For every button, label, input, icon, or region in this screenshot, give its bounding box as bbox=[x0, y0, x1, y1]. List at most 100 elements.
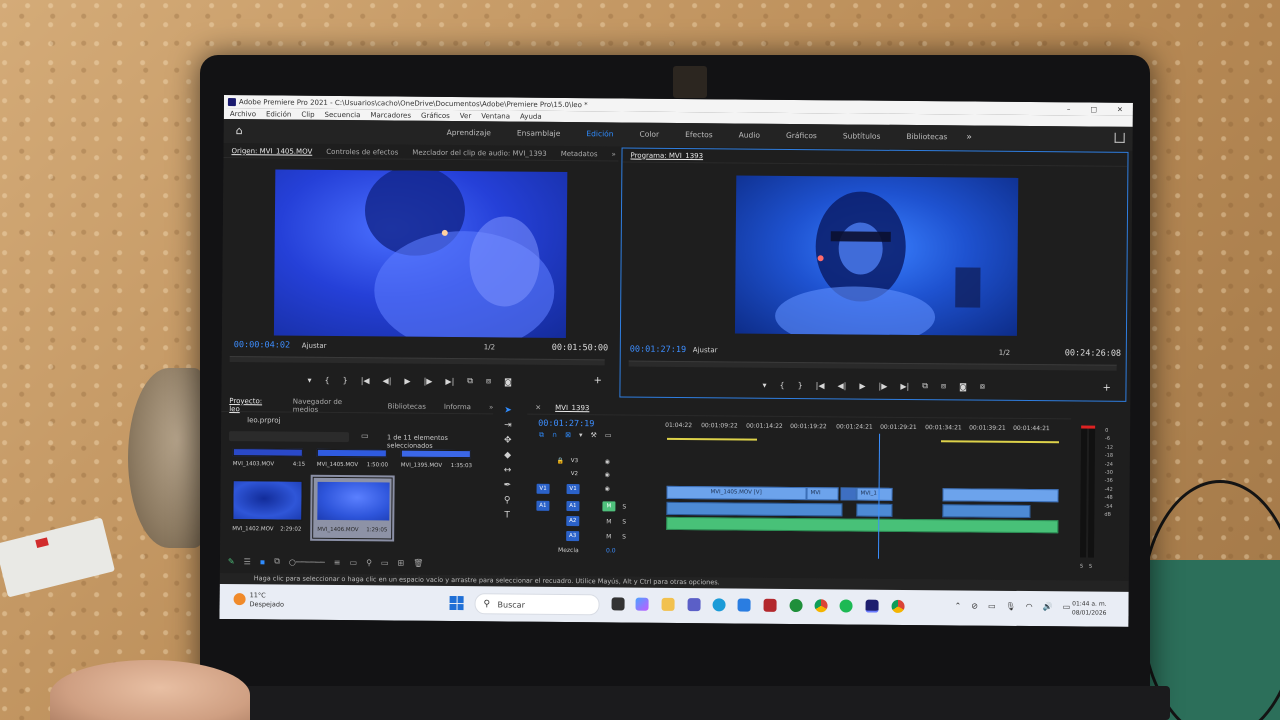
tab-audio-clip-mixer[interactable]: Mezclador del clip de audio: MVI_1393 bbox=[412, 148, 546, 157]
menu-ayuda[interactable]: Ayuda bbox=[520, 112, 542, 120]
project-tabs-more[interactable]: » bbox=[489, 403, 493, 411]
track-target-a3[interactable]: A3 bbox=[566, 531, 580, 542]
teams-icon[interactable] bbox=[687, 598, 701, 612]
program-fit-dropdown[interactable]: Ajustar bbox=[693, 346, 718, 354]
menu-secuencia[interactable]: Secuencia bbox=[325, 110, 361, 118]
premiere-taskbar-icon[interactable] bbox=[865, 599, 879, 613]
ripple-edit-tool-icon[interactable]: ✥ bbox=[504, 435, 512, 445]
windows-start-icon[interactable] bbox=[449, 595, 464, 611]
razor-tool-icon[interactable]: ◆ bbox=[504, 450, 511, 460]
solo-a3-button[interactable]: S bbox=[622, 533, 626, 540]
list-view-icon[interactable]: ☰ bbox=[244, 557, 251, 566]
chrome-icon[interactable] bbox=[814, 599, 828, 613]
menu-marcadores[interactable]: Marcadores bbox=[370, 111, 411, 119]
thumb-mvi-1402[interactable] bbox=[232, 480, 303, 521]
clip-v1-mvi-1[interactable]: MVI_1 bbox=[856, 487, 893, 501]
work-area-bar[interactable] bbox=[667, 437, 758, 441]
mix-value[interactable]: 0.0 bbox=[606, 547, 616, 554]
ws-tab-edicion[interactable]: Edición bbox=[573, 129, 626, 139]
go-to-in-button[interactable]: |◀ bbox=[361, 376, 370, 385]
work-area-bar-2[interactable] bbox=[940, 440, 1060, 444]
go-to-out-button[interactable]: ▶| bbox=[445, 376, 454, 385]
program-scrubber[interactable] bbox=[628, 360, 1117, 371]
track-target-a2[interactable]: A2 bbox=[566, 516, 580, 527]
eye-v3-icon[interactable]: ◉ bbox=[605, 458, 610, 465]
ws-tab-color[interactable]: Color bbox=[626, 130, 672, 140]
mic-icon[interactable]: 🎙 bbox=[1005, 602, 1015, 611]
chevron-up-icon[interactable]: ⌃ bbox=[955, 601, 962, 610]
wifi-icon[interactable]: ◠ bbox=[1026, 602, 1033, 611]
tab-media-browser[interactable]: Navegador de medios bbox=[293, 397, 370, 414]
menu-ventana[interactable]: Ventana bbox=[481, 112, 510, 120]
mark-out-button[interactable]: } bbox=[343, 376, 348, 385]
close-button[interactable]: ✕ bbox=[1117, 105, 1123, 113]
new-item-icon[interactable]: ⊞ bbox=[397, 558, 404, 567]
track-select-tool-icon[interactable]: ⇥ bbox=[504, 420, 512, 430]
ws-tab-subtitulos[interactable]: Subtítulos bbox=[830, 131, 894, 142]
meter-solo-right[interactable]: S bbox=[1089, 564, 1092, 570]
menu-archivo[interactable]: Archivo bbox=[230, 110, 256, 118]
mark-in-button[interactable]: { bbox=[779, 380, 784, 389]
program-resolution-dropdown[interactable]: 1/2 bbox=[999, 349, 1010, 357]
volume-icon[interactable]: 🔊 bbox=[1043, 602, 1053, 611]
clip-a1-left[interactable] bbox=[666, 501, 843, 517]
eye-v1-icon[interactable]: ◉ bbox=[605, 485, 610, 492]
step-back-button[interactable]: ◀| bbox=[383, 376, 392, 385]
timeline-close-icon[interactable]: ✕ bbox=[535, 403, 541, 411]
snap-icon[interactable]: ∩ bbox=[552, 431, 557, 440]
meter-solo-left[interactable]: S bbox=[1080, 563, 1083, 569]
battery-icon[interactable]: ▭ bbox=[1063, 602, 1071, 611]
add-marker-button[interactable]: ▾ bbox=[762, 380, 766, 389]
share-icon[interactable] bbox=[1114, 132, 1125, 143]
copilot-icon[interactable] bbox=[635, 597, 649, 611]
icon-view-icon[interactable]: ▪ bbox=[260, 557, 266, 566]
mark-in-button[interactable]: { bbox=[324, 375, 329, 384]
clip-v1-small[interactable] bbox=[840, 487, 857, 501]
tab-project[interactable]: Proyecto: leo bbox=[229, 397, 275, 413]
selection-tool-icon[interactable]: ➤ bbox=[504, 405, 512, 415]
store-icon[interactable] bbox=[737, 598, 751, 612]
new-bin-button-icon[interactable]: ▭ bbox=[381, 558, 389, 567]
clip-v1-mvi[interactable]: MVI bbox=[806, 487, 839, 501]
task-view-icon[interactable] bbox=[611, 597, 625, 611]
source-scrubber[interactable] bbox=[229, 356, 605, 366]
slip-tool-icon[interactable]: ↔ bbox=[504, 465, 512, 475]
thumb-mvi-1405[interactable] bbox=[316, 448, 387, 458]
ws-tab-efectos[interactable]: Efectos bbox=[672, 130, 726, 140]
thumb-mvi-1395[interactable] bbox=[400, 449, 471, 459]
ws-tab-aprendizaje[interactable]: Aprendizaje bbox=[434, 128, 504, 139]
ws-tab-audio[interactable]: Audio bbox=[726, 130, 773, 140]
add-marker-button[interactable]: ▾ bbox=[307, 375, 311, 384]
comparison-view-button[interactable]: ⧇ bbox=[980, 382, 985, 392]
ws-tab-ensamblaje[interactable]: Ensamblaje bbox=[504, 128, 574, 139]
workspaces-more-button[interactable]: » bbox=[966, 132, 972, 142]
track-target-a1[interactable]: A1 bbox=[566, 501, 580, 512]
weather-widget[interactable]: 11°C Despejado bbox=[233, 591, 285, 609]
source-fit-dropdown[interactable]: Ajustar bbox=[302, 342, 327, 350]
clip-v1-right[interactable] bbox=[942, 488, 1059, 503]
menu-clip[interactable]: Clip bbox=[301, 110, 314, 118]
solo-a2-button[interactable]: S bbox=[622, 518, 626, 525]
taskbar-clock[interactable]: 01:44 a. m. 08/01/2026 bbox=[1072, 599, 1107, 617]
pen-tool-icon[interactable]: ✒ bbox=[504, 480, 512, 490]
source-tabs-more[interactable]: » bbox=[611, 150, 615, 158]
minimize-button[interactable]: – bbox=[1067, 105, 1071, 113]
home-icon[interactable]: ⌂ bbox=[236, 124, 248, 137]
program-add-button[interactable]: + bbox=[1102, 383, 1110, 394]
eye-v2-icon[interactable]: ◉ bbox=[605, 471, 610, 478]
mark-out-button[interactable]: } bbox=[798, 381, 803, 390]
thumb-mvi-1403[interactable] bbox=[232, 448, 303, 457]
ws-tab-bibliotecas[interactable]: Bibliotecas bbox=[893, 132, 960, 143]
source-patch-v1[interactable]: V1 bbox=[536, 483, 550, 494]
step-forward-button[interactable]: |▶ bbox=[879, 381, 888, 390]
program-timecode[interactable]: 00:01:27:19 bbox=[630, 345, 686, 355]
marker-icon[interactable]: ▾ bbox=[579, 431, 583, 440]
freeform-view-icon[interactable]: ⧉ bbox=[274, 556, 280, 566]
play-button[interactable]: ▶ bbox=[859, 381, 865, 390]
source-add-button[interactable]: + bbox=[593, 375, 601, 386]
spotify-icon[interactable] bbox=[839, 599, 853, 613]
menu-graficos[interactable]: Gráficos bbox=[421, 111, 450, 119]
find-icon[interactable]: ⚲ bbox=[366, 558, 372, 567]
taskbar-search-input[interactable]: ⚲ Buscar bbox=[474, 593, 600, 616]
type-tool-icon[interactable]: T bbox=[504, 510, 510, 520]
